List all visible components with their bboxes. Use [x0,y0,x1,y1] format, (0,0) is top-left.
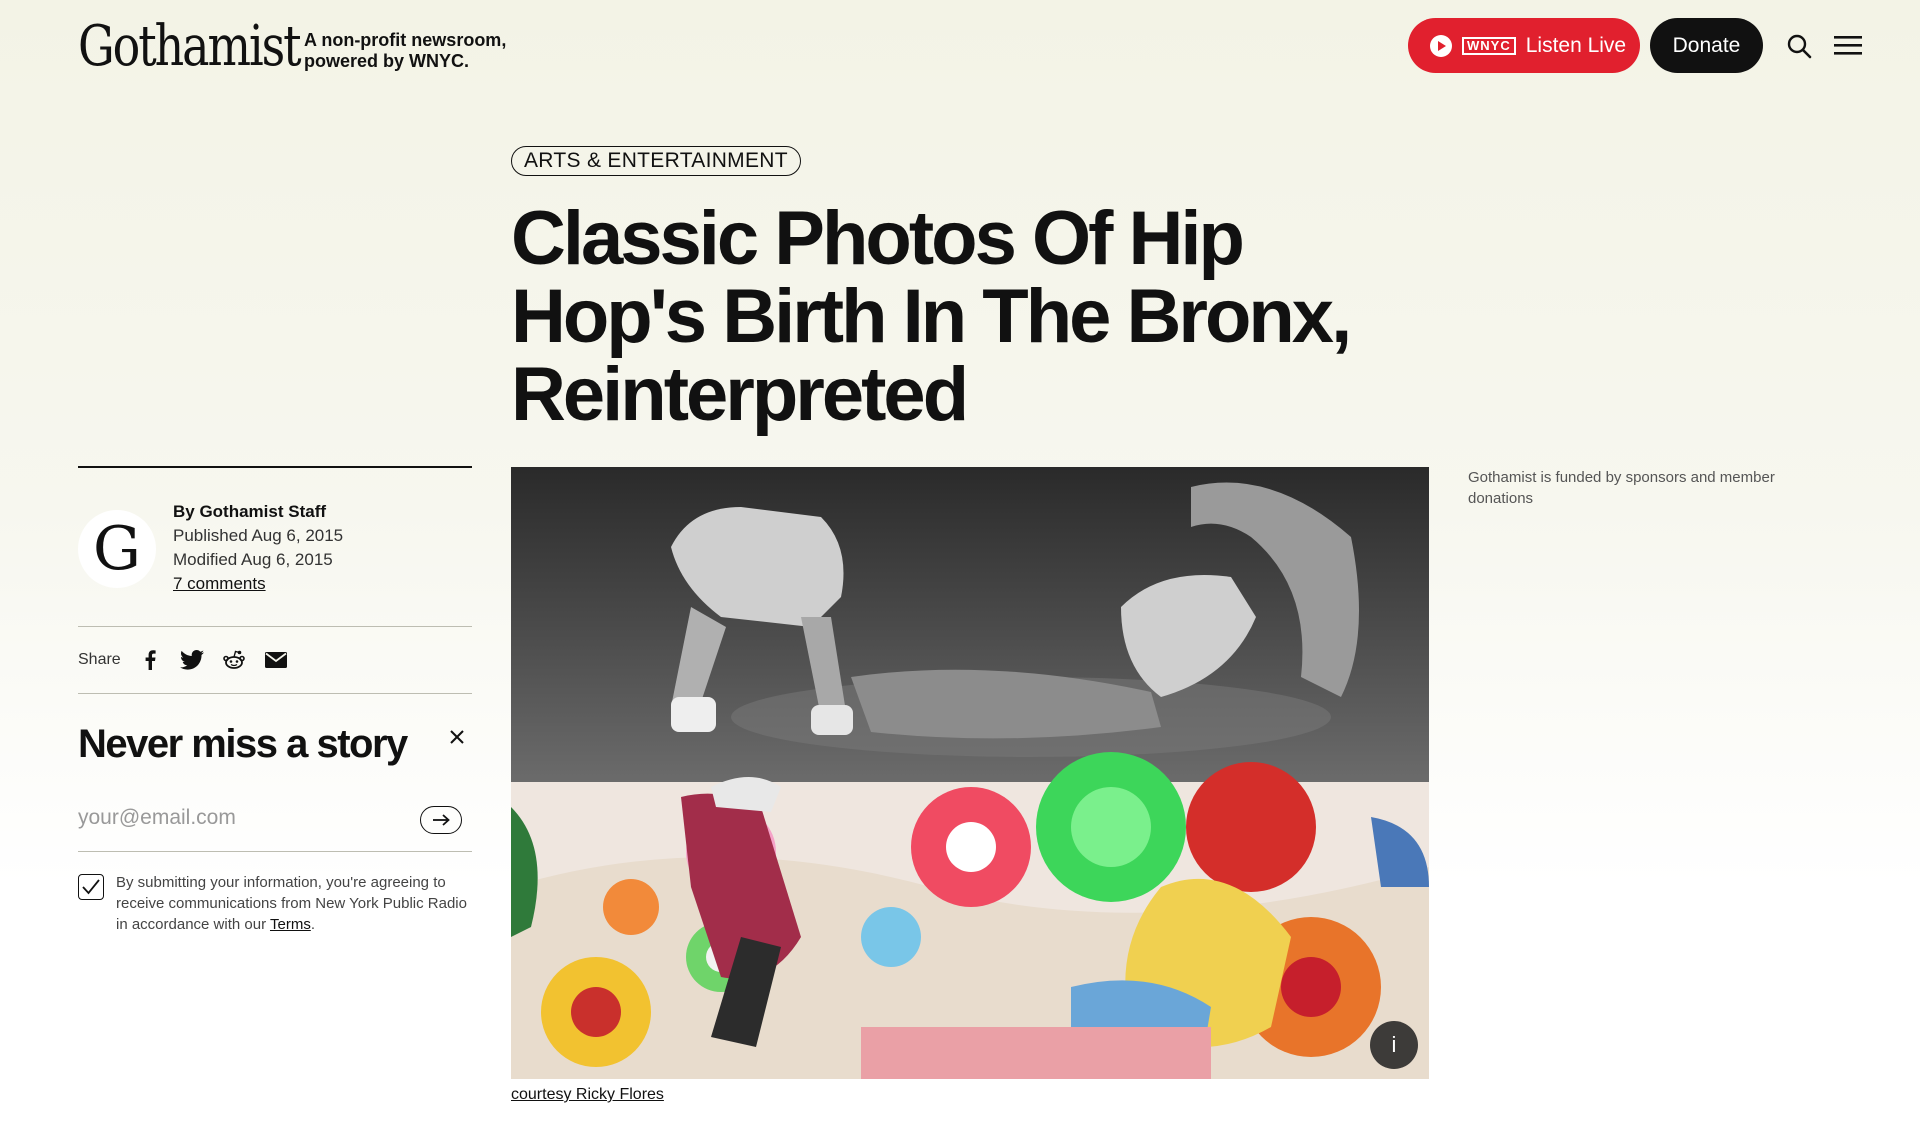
tagline-line-2: powered by WNYC. [304,51,470,71]
article-sidebar: G By Gothamist Staff Published Aug 6, 20… [78,466,472,935]
image-info-button[interactable]: i [1370,1021,1418,1069]
listen-live-button[interactable]: WNYC Listen Live [1408,18,1640,73]
article-headline: Classic Photos Of Hip Hop's Birth In The… [511,196,1352,437]
consent-checkbox[interactable] [78,874,104,900]
share-bar: Share [78,627,472,693]
email-icon[interactable] [263,647,289,673]
wnyc-logo: WNYC [1462,36,1516,55]
newsletter-submit-button[interactable] [420,806,462,834]
search-icon[interactable] [1786,33,1812,59]
category-tag[interactable]: ARTS & ENTERTAINMENT [511,146,801,176]
email-input[interactable] [78,802,398,834]
hero-photo [511,467,1429,1079]
consent-block: By submitting your information, you're a… [78,872,472,935]
sponsor-note: Gothamist is funded by sponsors and memb… [1468,469,1775,507]
article-meta: By Gothamist Staff Published Aug 6, 2015… [173,500,343,596]
reddit-icon[interactable] [221,647,247,673]
comments-link[interactable]: 7 comments [173,574,266,593]
gothamist-logo[interactable]: Gothamist [78,14,302,79]
site-header: Gothamist A non-profit newsroom, powered… [0,0,1920,96]
play-icon [1430,34,1452,57]
consent-end: . [310,916,315,933]
site-tagline: A non-profit newsroom, powered by WNYC. [304,30,506,72]
newsletter-header: Never miss a story [78,694,472,782]
image-caption[interactable]: courtesy Ricky Flores [511,1086,664,1104]
newsletter-title: Never miss a story [78,722,408,766]
arrow-right-icon [433,814,450,826]
hamburger-menu-icon[interactable] [1834,34,1862,56]
terms-link[interactable]: Terms [270,916,311,933]
listen-live-label: Listen Live [1525,33,1627,57]
close-icon[interactable] [448,728,466,746]
author-avatar: G [78,510,156,588]
newsletter-form [78,782,472,852]
modified-date: Modified Aug 6, 2015 [173,550,333,569]
tagline-line-1: A non-profit newsroom, [304,30,507,50]
twitter-icon[interactable] [179,647,205,673]
checkmark-icon [82,879,100,895]
published-date: Published Aug 6, 2015 [173,526,344,545]
share-label: Share [78,651,121,668]
author-name[interactable]: By Gothamist Staff [173,500,343,524]
article-hero-image [511,467,1429,1079]
facebook-icon[interactable] [137,647,163,673]
donate-button[interactable]: Donate [1650,18,1763,73]
byline: G By Gothamist Staff Published Aug 6, 20… [78,468,472,626]
